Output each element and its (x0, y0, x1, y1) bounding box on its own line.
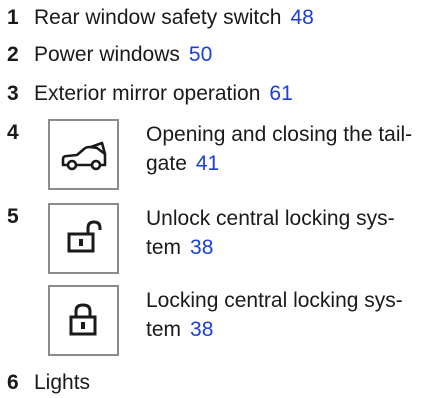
description-line: gate 41 (146, 149, 436, 178)
description-line: tem 38 (146, 315, 436, 344)
page-reference-link[interactable]: 48 (290, 6, 313, 29)
item-description: Opening and closing the tail- gate 41 (146, 120, 436, 178)
unlock-icon (67, 220, 102, 253)
item-label: Rear window safety switch 48 (34, 3, 314, 33)
description-line: Opening and closing the tail- (146, 123, 413, 146)
item-number: 5 (7, 205, 19, 228)
item-label-text: Rear window safety switch (34, 6, 282, 29)
item-number: 4 (7, 121, 19, 144)
page-reference-link[interactable]: 38 (190, 236, 213, 259)
description-line-text: gate (146, 152, 187, 175)
item-number: 2 (7, 43, 19, 66)
lock-icon (69, 303, 97, 336)
car-tailgate-icon (61, 141, 107, 171)
description-line-text: tem (146, 236, 182, 259)
unlock-icon-box (48, 203, 119, 274)
item-description: Unlock central locking sys- tem 38 (146, 204, 436, 262)
item-label-text: Power windows (34, 43, 180, 66)
item-label: Exterior mirror operation 61 (34, 79, 293, 109)
page-reference-link[interactable]: 41 (196, 152, 219, 175)
page-reference-link[interactable]: 61 (269, 82, 292, 105)
page-reference-link[interactable]: 50 (189, 43, 212, 66)
description-line: tem 38 (146, 233, 436, 262)
description-line: Unlock central locking sys- (146, 207, 395, 230)
item-label: Power windows 50 (34, 40, 212, 70)
description-line-text: tem (146, 318, 182, 341)
tailgate-icon-box (48, 119, 119, 190)
item-number: 1 (7, 6, 19, 29)
item-description: Locking central locking sys- tem 38 (146, 286, 436, 344)
item-label-text: Exterior mirror operation (34, 82, 261, 105)
lock-icon-box (48, 285, 119, 356)
page-reference-link[interactable]: 38 (190, 318, 213, 341)
description-line: Locking central locking sys- (146, 289, 403, 312)
item-number: 3 (7, 82, 19, 105)
